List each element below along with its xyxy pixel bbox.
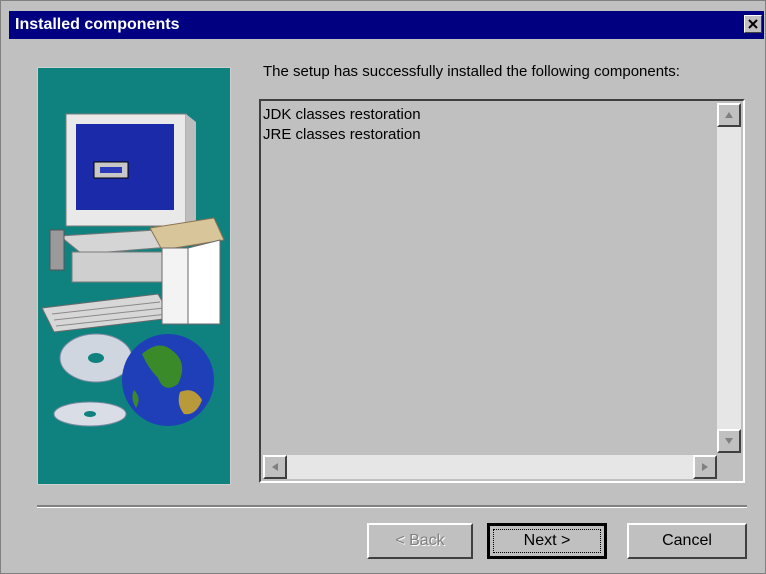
separator (37, 505, 747, 508)
list-item: JRE classes restoration (263, 126, 421, 143)
arrow-up-icon (725, 112, 733, 118)
close-icon (748, 19, 758, 29)
components-list[interactable]: JDK classes restoration JRE classes rest… (259, 99, 745, 483)
title-bar: Installed components (9, 11, 764, 39)
cancel-button-label: Cancel (662, 532, 712, 549)
vertical-scrollbar[interactable] (717, 103, 741, 453)
arrow-down-icon (725, 438, 733, 444)
back-button[interactable]: < Back (367, 523, 473, 559)
status-message: The setup has successfully installed the… (263, 63, 680, 80)
arrow-right-icon (702, 463, 708, 471)
scroll-right-button[interactable] (693, 455, 717, 479)
installer-dialog: Installed components The setup has succe… (0, 0, 766, 574)
close-button[interactable] (744, 15, 762, 33)
scrollbar-corner (717, 455, 741, 479)
list-item: JDK classes restoration (263, 106, 421, 123)
focus-outline (493, 529, 601, 553)
arrow-left-icon (272, 463, 278, 471)
scroll-up-button[interactable] (717, 103, 741, 127)
back-button-label: < Back (395, 532, 445, 549)
computer-globe-cd-illustration (41, 113, 225, 427)
horizontal-scrollbar[interactable] (263, 455, 717, 479)
cancel-button[interactable]: Cancel (627, 523, 747, 559)
scroll-down-button[interactable] (717, 429, 741, 453)
components-list-items: JDK classes restoration JRE classes rest… (263, 105, 421, 145)
next-button[interactable]: Next > (487, 523, 607, 559)
scroll-left-button[interactable] (263, 455, 287, 479)
setup-illustration (37, 67, 231, 485)
window-title: Installed components (15, 16, 180, 33)
